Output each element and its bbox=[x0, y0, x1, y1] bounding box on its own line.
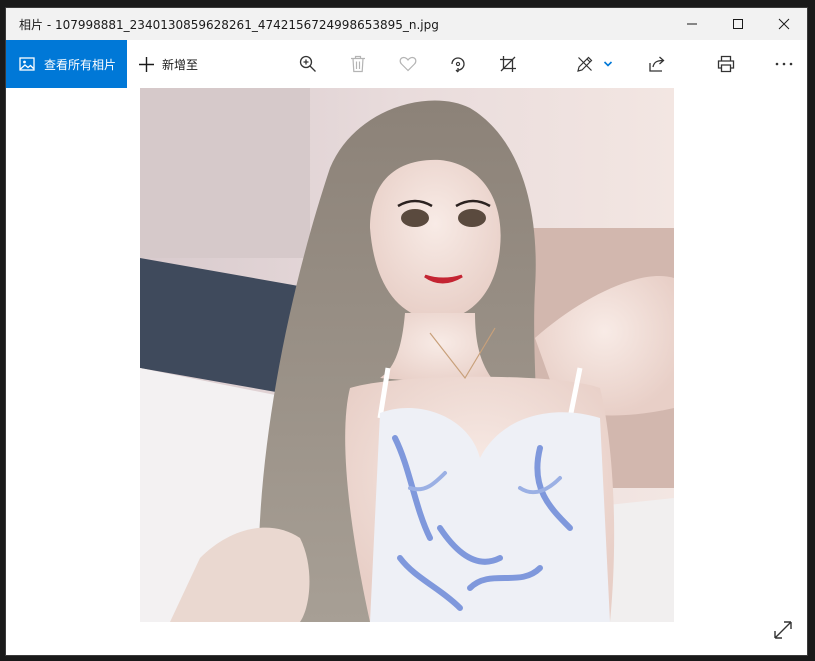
expand-icon bbox=[774, 621, 792, 639]
window-title: 相片 - 107998881_2340130859628261_47421567… bbox=[19, 17, 439, 32]
rotate-icon bbox=[451, 57, 465, 73]
share-icon bbox=[649, 56, 665, 72]
rotate-button[interactable] bbox=[440, 40, 476, 88]
minimize-icon bbox=[687, 23, 697, 25]
delete-button[interactable] bbox=[340, 40, 376, 88]
photo-image bbox=[140, 88, 674, 622]
delete-icon bbox=[351, 55, 365, 73]
add-to-label: 新增至 bbox=[162, 57, 199, 72]
full-screen-button[interactable] bbox=[771, 618, 795, 642]
displayed-photo[interactable] bbox=[140, 88, 674, 622]
title-bar[interactable]: 相片 - 107998881_2340130859628261_47421567… bbox=[6, 8, 807, 40]
edit-icon bbox=[576, 56, 592, 72]
photos-app-window: 相片 - 107998881_2340130859628261_47421567… bbox=[6, 8, 807, 655]
chevron-down-icon bbox=[603, 61, 612, 67]
share-button[interactable] bbox=[639, 40, 675, 88]
maximize-button[interactable] bbox=[715, 8, 761, 40]
more-icon bbox=[775, 62, 793, 66]
window-controls bbox=[669, 8, 807, 40]
crop-icon bbox=[500, 56, 516, 72]
favorite-icon bbox=[399, 56, 417, 72]
zoom-in-button[interactable] bbox=[290, 40, 326, 88]
zoom-in-icon bbox=[299, 55, 316, 72]
close-button[interactable] bbox=[761, 8, 807, 40]
more-options-button[interactable] bbox=[766, 40, 802, 88]
photo-viewer[interactable] bbox=[6, 88, 807, 655]
toolbar: 查看所有相片 新增至 bbox=[6, 40, 807, 88]
view-all-photos-label: 查看所有相片 bbox=[44, 57, 117, 72]
favorite-button[interactable] bbox=[390, 40, 426, 88]
minimize-button[interactable] bbox=[669, 8, 715, 40]
photo-icon bbox=[19, 57, 35, 71]
add-to-button[interactable]: 新增至 bbox=[138, 40, 198, 88]
maximize-icon bbox=[733, 19, 743, 29]
view-all-photos-button[interactable]: 查看所有相片 bbox=[6, 40, 127, 88]
print-button[interactable] bbox=[708, 40, 744, 88]
edit-menu-button[interactable] bbox=[568, 40, 620, 88]
plus-icon bbox=[139, 56, 154, 72]
crop-button[interactable] bbox=[490, 40, 526, 88]
print-icon bbox=[717, 55, 735, 73]
close-icon bbox=[778, 18, 790, 30]
